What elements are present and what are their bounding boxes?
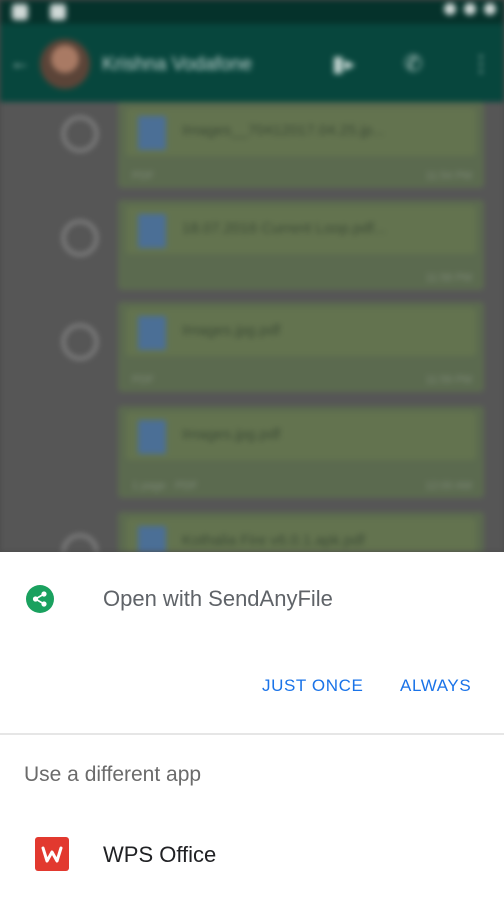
message-time: 11:58 PM bbox=[425, 272, 472, 284]
wps-office-icon bbox=[35, 837, 69, 871]
file-icon bbox=[138, 420, 166, 454]
file-icon bbox=[138, 116, 166, 150]
message-time: 12:00 AM bbox=[425, 480, 472, 492]
battery-icon bbox=[484, 3, 496, 15]
file-row: Images__70412017.04.25.jp... bbox=[126, 108, 476, 156]
just-once-button[interactable]: JUST ONCE bbox=[262, 676, 363, 696]
message-bubble[interactable]: Kothalia Fire v6.0.1.apk.pdf bbox=[118, 512, 484, 552]
app-option-wps-office[interactable]: WPS Office bbox=[0, 822, 504, 886]
always-button[interactable]: ALWAYS bbox=[400, 676, 471, 696]
chat-area: Images__70412017.04.25.jp... PDF 11:54 P… bbox=[0, 102, 504, 552]
file-meta: PDF bbox=[132, 170, 154, 182]
file-row: Kothalia Fire v6.0.1.apk.pdf bbox=[126, 518, 476, 552]
file-icon bbox=[138, 526, 166, 552]
file-row: 18.07.2016 Current Loop.pdf... bbox=[126, 206, 476, 254]
file-icon bbox=[138, 214, 166, 248]
wifi-icon bbox=[464, 3, 476, 15]
avatar[interactable] bbox=[40, 39, 90, 89]
divider bbox=[0, 733, 504, 735]
file-icon bbox=[138, 316, 166, 350]
notification-icon bbox=[12, 4, 28, 20]
open-with-sheet: Open with SendAnyFile JUST ONCE ALWAYS U… bbox=[0, 552, 504, 900]
more-menu-icon[interactable]: ⋮ bbox=[470, 51, 492, 77]
select-circle[interactable] bbox=[62, 116, 98, 152]
video-call-icon[interactable]: ▮▸ bbox=[332, 51, 355, 77]
file-name: 18.07.2016 Current Loop.pdf... bbox=[182, 220, 387, 237]
app-option-label: WPS Office bbox=[103, 842, 217, 867]
file-name: Images.jpg.pdf bbox=[182, 322, 281, 339]
background-chat: ← Krishna Vodafone ▮▸ ✆ ⋮ Images__704120… bbox=[0, 0, 504, 552]
message-bubble[interactable]: Images.jpg.pdf PDF 11:59 PM bbox=[118, 302, 484, 392]
select-circle[interactable] bbox=[62, 324, 98, 360]
screen: ← Krishna Vodafone ▮▸ ✆ ⋮ Images__704120… bbox=[0, 0, 504, 900]
select-circle[interactable] bbox=[62, 534, 98, 552]
share-icon bbox=[26, 585, 54, 613]
file-meta: PDF bbox=[132, 374, 154, 386]
select-circle[interactable] bbox=[62, 220, 98, 256]
file-meta: 1 page · PDF bbox=[132, 480, 198, 492]
message-bubble[interactable]: 18.07.2016 Current Loop.pdf... 11:58 PM bbox=[118, 200, 484, 290]
status-bar bbox=[0, 0, 504, 24]
contact-name[interactable]: Krishna Vodafone bbox=[102, 54, 252, 76]
message-bubble[interactable]: Images.jpg.pdf 1 page · PDF 12:00 AM bbox=[118, 406, 484, 498]
file-row: Images.jpg.pdf bbox=[126, 412, 476, 460]
open-with-title: Open with SendAnyFile bbox=[103, 586, 333, 611]
message-bubble[interactable]: Images__70412017.04.25.jp... PDF 11:54 P… bbox=[118, 102, 484, 188]
notification-icon bbox=[50, 4, 66, 20]
back-arrow-icon[interactable]: ← bbox=[10, 52, 30, 75]
message-time: 11:54 PM bbox=[425, 170, 472, 182]
file-row: Images.jpg.pdf bbox=[126, 308, 476, 356]
signal-icon bbox=[444, 3, 456, 15]
use-different-app-label: Use a different app bbox=[24, 763, 202, 786]
file-name: Kothalia Fire v6.0.1.apk.pdf bbox=[182, 532, 365, 549]
phone-icon[interactable]: ✆ bbox=[404, 51, 422, 77]
chat-app-bar: ← Krishna Vodafone ▮▸ ✆ ⋮ bbox=[0, 24, 504, 102]
status-right bbox=[444, 3, 496, 15]
file-name: Images.jpg.pdf bbox=[182, 426, 281, 443]
message-time: 11:59 PM bbox=[425, 374, 472, 386]
file-name: Images__70412017.04.25.jp... bbox=[182, 122, 385, 139]
